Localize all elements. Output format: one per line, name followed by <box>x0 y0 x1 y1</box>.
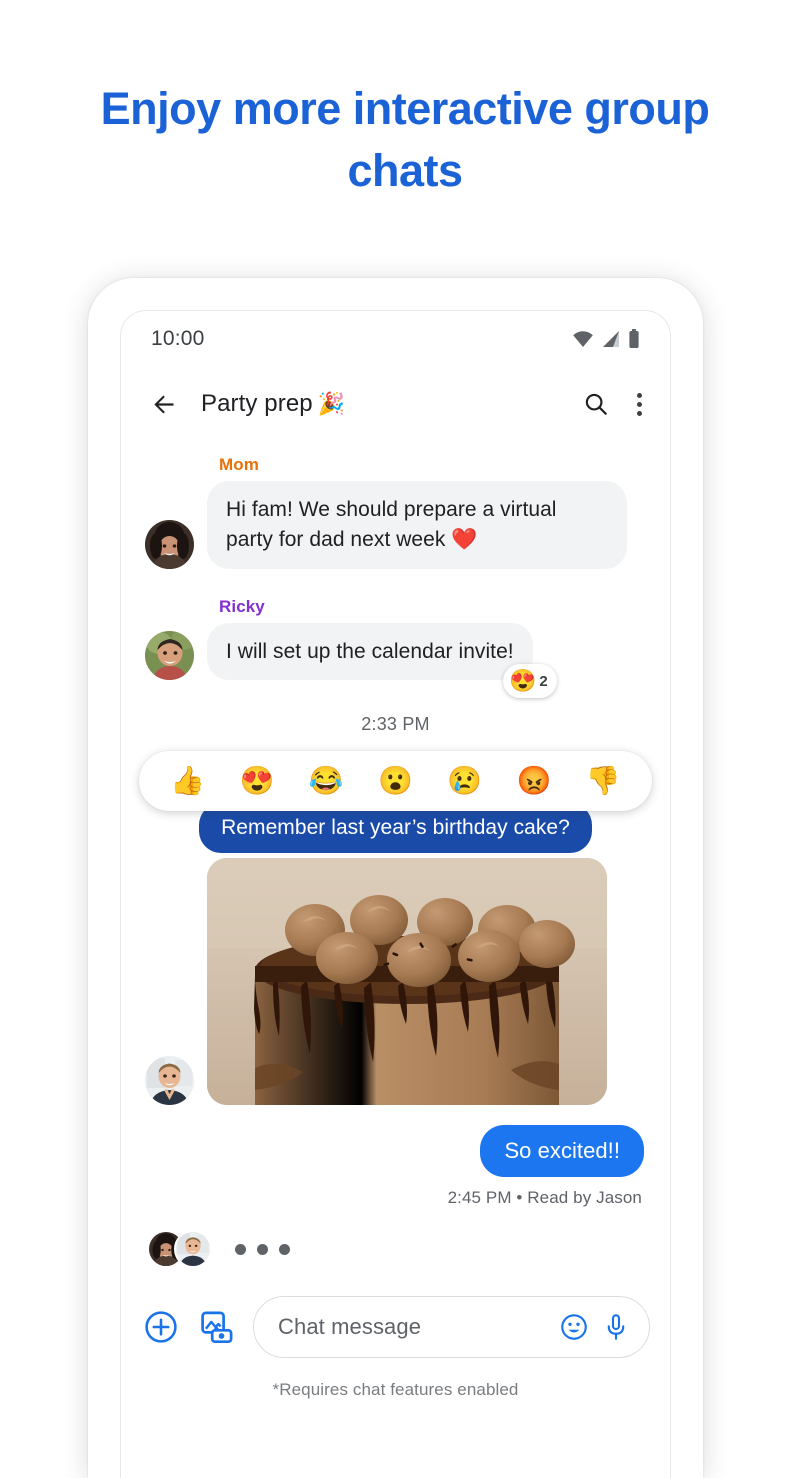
back-arrow-icon[interactable] <box>147 387 181 421</box>
app-bar: Party prep 🎉 <box>121 367 670 441</box>
chat-title-text: Party prep <box>201 390 313 417</box>
avatar-mom[interactable] <box>145 519 194 569</box>
reaction-count: 2 <box>539 672 548 690</box>
outgoing-blue-row: So excited!! <box>121 1125 670 1178</box>
time-divider: 2:33 PM <box>361 714 430 735</box>
message-row-ricky: Ricky I will set up the calendar invite!… <box>121 596 670 699</box>
sender-name-mom: Mom <box>219 455 259 474</box>
typing-avatars <box>147 1230 212 1269</box>
microphone-icon[interactable] <box>599 1310 633 1344</box>
avatar-ricky[interactable] <box>145 631 194 681</box>
thumbs-up-icon[interactable]: 👍 <box>170 767 205 795</box>
typing-indicator <box>121 1230 670 1269</box>
thumbs-down-icon[interactable]: 👎 <box>586 767 621 795</box>
phone-mockup: 10:00 Party prep 🎉 Mom Hi fam! We should… <box>88 278 703 1478</box>
message-row-mom: Mom Hi fam! We should prepare a virtual … <box>121 455 670 569</box>
heart-eyes-icon[interactable]: 😍 <box>239 767 274 795</box>
sender-name-ricky: Ricky <box>219 596 265 616</box>
emoji-reaction-picker[interactable]: 👍 😍 😂 😮 😢 😡 👎 <box>139 751 652 812</box>
chat-message-placeholder: Chat message <box>278 1314 422 1340</box>
status-time: 10:00 <box>151 327 205 350</box>
phone-screen: 10:00 Party prep 🎉 Mom Hi fam! We should… <box>120 310 671 1478</box>
search-icon[interactable] <box>577 385 615 423</box>
signal-icon <box>603 331 619 347</box>
angry-icon[interactable]: 😡 <box>517 767 552 795</box>
gallery-camera-icon[interactable] <box>197 1307 237 1347</box>
message-bubble-mom[interactable]: Hi fam! We should prepare a virtual part… <box>207 481 627 569</box>
more-vertical-icon[interactable] <box>637 392 642 416</box>
footnote: *Requires chat features enabled <box>272 1380 519 1400</box>
message-column: Ricky I will set up the calendar invite!… <box>207 596 557 699</box>
reaction-badge[interactable]: 😍 2 <box>502 664 557 699</box>
heart-eyes-icon: 😍 <box>508 668 537 694</box>
emoji-smile-icon[interactable] <box>557 1310 591 1344</box>
message-column: Mom Hi fam! We should prepare a virtual … <box>207 455 627 569</box>
chat-message-input[interactable]: Chat message <box>253 1296 650 1359</box>
message-thread: Mom Hi fam! We should prepare a virtual … <box>121 441 670 1400</box>
battery-icon <box>629 329 639 348</box>
status-icons <box>572 329 640 349</box>
avatar-jason[interactable] <box>174 1230 212 1269</box>
read-receipt: 2:45 PM • Read by Jason <box>447 1188 642 1208</box>
typing-dots <box>235 1243 290 1255</box>
avatar-jason[interactable] <box>145 1056 194 1106</box>
plus-circle-icon[interactable] <box>141 1307 181 1347</box>
wifi-icon <box>573 331 593 347</box>
status-bar: 10:00 <box>121 311 670 367</box>
image-message-row <box>121 858 670 1106</box>
surprised-icon[interactable]: 😮 <box>378 767 413 795</box>
compose-bar: Chat message <box>121 1296 670 1359</box>
party-popper-icon: 🎉 <box>317 391 346 416</box>
crying-icon[interactable]: 😢 <box>447 767 482 795</box>
outgoing-bubble-blue[interactable]: So excited!! <box>480 1125 644 1178</box>
joy-icon[interactable]: 😂 <box>309 767 344 795</box>
message-bubble-ricky[interactable]: I will set up the calendar invite! <box>207 622 533 681</box>
chocolate-cake-image[interactable] <box>207 858 607 1106</box>
page-title: Enjoy more interactive group chats <box>100 83 710 197</box>
chat-title[interactable]: Party prep 🎉 <box>201 390 577 418</box>
